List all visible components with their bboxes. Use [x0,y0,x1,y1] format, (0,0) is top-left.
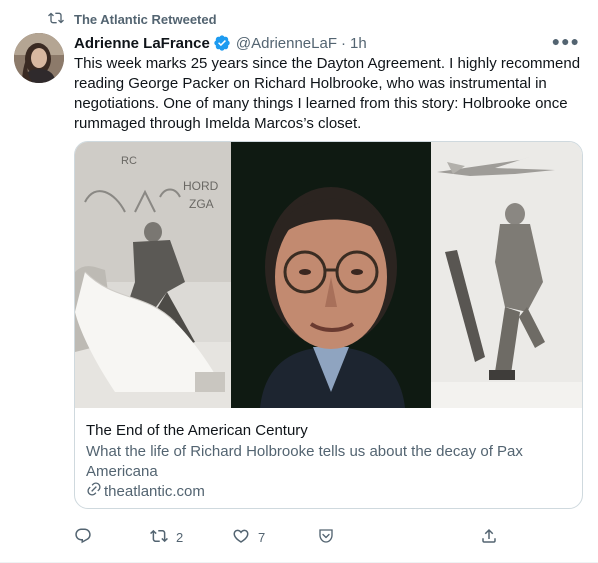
retweet-icon [48,10,64,29]
tweet-time[interactable]: 1h [350,35,367,52]
like-count: 7 [258,530,266,545]
retweet-banner[interactable]: The Atlantic Retweeted [48,10,217,28]
save-icon [317,527,335,548]
retweet-button[interactable]: 2 [150,527,183,548]
wall-graffiti-2: HORD [183,179,219,193]
separator-dot: · [341,34,346,52]
avatar[interactable] [14,33,64,83]
heart-icon [232,527,250,548]
card-description: What the life of Richard Holbrooke tells… [86,443,523,480]
tweet-text: This week marks 25 years since the Dayto… [74,55,581,132]
card-domain-label: theatlantic.com [104,482,205,500]
card-title: The End of the American Century [86,422,308,439]
card-image: RC HORD ZGA [75,142,582,408]
link-icon [86,481,102,501]
link-card[interactable]: RC HORD ZGA The End of the American Cent… [74,141,583,509]
reply-icon [74,527,92,548]
more-icon[interactable]: ●●● [552,33,580,49]
retweet-icon [150,527,168,548]
card-domain[interactable]: theatlantic.com [86,481,205,501]
share-button[interactable] [480,527,498,548]
wall-graffiti-1: RC [121,155,137,167]
author-name[interactable]: Adrienne LaFrance [74,35,210,52]
reply-button[interactable] [74,527,100,548]
wall-graffiti-3: ZGA [189,197,214,211]
tweet[interactable]: The Atlantic Retweeted Adrienne LaFrance… [0,0,598,563]
save-button[interactable] [317,527,335,548]
tweet-actions: 2 7 [74,527,504,547]
like-button[interactable]: 7 [232,527,265,548]
share-icon [480,527,498,548]
author-handle[interactable]: @AdrienneLaF [236,35,337,52]
tweet-header: Adrienne LaFrance @AdrienneLaF · 1h ●●● [74,33,584,53]
retweet-count: 2 [176,530,184,545]
verified-badge-icon [213,34,231,52]
retweet-banner-label: The Atlantic Retweeted [74,11,217,27]
